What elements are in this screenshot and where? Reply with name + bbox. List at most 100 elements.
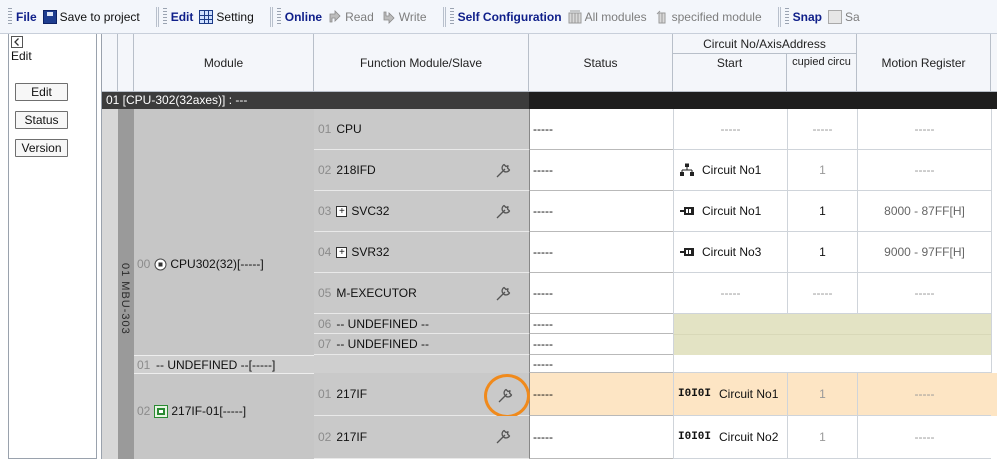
setting-grid-icon (199, 9, 214, 24)
wrench-icon[interactable] (494, 283, 514, 303)
rack-label: 01 MBU-303 (119, 263, 131, 335)
slave-row[interactable]: 04 + SVR32 (314, 232, 529, 273)
slave-index: 01 (318, 387, 332, 401)
cpu-row[interactable]: 01 [CPU-302(32axes)] : --- (102, 92, 997, 109)
slave-index: 02 (318, 163, 332, 177)
circuit-start-cell[interactable]: Circuit No3 (673, 232, 787, 273)
left-panel-title: Edit (11, 49, 32, 63)
motion-register-cell[interactable]: ----- (857, 416, 991, 459)
circuit-start-label: Circuit No1 (719, 387, 779, 401)
slave-row[interactable]: 06 -- UNDEFINED -- (314, 314, 529, 334)
expand-icon[interactable]: + (336, 246, 348, 258)
slave-row[interactable]: 01 CPU (314, 109, 529, 150)
motion-register-cell[interactable]: ----- (857, 273, 991, 314)
occupied-cell[interactable]: 1 (787, 232, 857, 273)
read-label: Read (345, 9, 374, 24)
snap-menu[interactable]: Snap (793, 10, 822, 24)
circuit-start-cell[interactable]: Circuit No1 (673, 191, 787, 232)
status-cell[interactable]: ----- (529, 334, 673, 355)
header-motion-register[interactable]: Motion Register (857, 34, 991, 92)
collapse-panel-button[interactable] (11, 36, 23, 48)
occupied-cell[interactable]: 1 (787, 373, 857, 416)
motion-register-cell[interactable]: ----- (857, 373, 991, 416)
header-function-module[interactable]: Function Module/Slave (314, 34, 529, 92)
occupied-cell[interactable]: 1 (787, 191, 857, 232)
occupied-cell[interactable]: ----- (787, 273, 857, 314)
slave-name: 217IF (336, 430, 368, 444)
occupied-cell[interactable]: ----- (787, 109, 857, 150)
occupied-cell[interactable]: 1 (787, 150, 857, 191)
toolbar-grip[interactable] (276, 7, 281, 26)
slave-name: -- UNDEFINED -- (336, 316, 430, 331)
motion-register-cell[interactable]: ----- (857, 150, 991, 191)
toolbar-grip[interactable] (162, 7, 167, 26)
write-button[interactable]: Write (382, 10, 427, 24)
circuit-start-cell[interactable]: I0I0I Circuit No1 (673, 373, 787, 416)
read-icon (329, 9, 341, 22)
snap-grid-icon (828, 9, 842, 24)
wrench-icon[interactable] (494, 201, 514, 221)
status-cell[interactable]: ----- (529, 109, 673, 150)
occupied-cell[interactable]: 1 (787, 416, 857, 459)
undefined-fill (673, 314, 997, 334)
module-configuration-grid: Module Function Module/Slave Status Circ… (101, 34, 997, 459)
header-occupied[interactable]: cupied circu (787, 54, 857, 92)
cpu-row-label: 01 [CPU-302(32axes)] : --- (106, 93, 248, 107)
snap-save-button[interactable]: Sa (828, 9, 860, 24)
status-cell[interactable]: ----- (529, 150, 673, 191)
status-cell[interactable]: ----- (529, 355, 673, 373)
toolbar-grip[interactable] (784, 7, 789, 26)
circuit-start-cell[interactable]: ----- (673, 273, 787, 314)
header-status[interactable]: Status (529, 34, 673, 92)
header-module[interactable]: Module (134, 34, 314, 92)
circuit-start-cell[interactable]: ----- (673, 109, 787, 150)
toolbar-separator (155, 6, 157, 27)
version-button[interactable]: Version (15, 139, 68, 157)
motion-register-cell[interactable]: ----- (857, 109, 991, 150)
expand-icon[interactable]: + (336, 205, 348, 217)
status-cell[interactable]: ----- (529, 314, 673, 334)
status-cell[interactable]: ----- (529, 416, 673, 459)
wrench-icon[interactable] (494, 160, 514, 180)
io-channel-icon: I0I0I (678, 431, 712, 443)
all-modules-button[interactable]: All modules (568, 10, 647, 24)
module-undefined[interactable]: 01 -- UNDEFINED --[-----] (134, 355, 314, 373)
status-cell[interactable]: ----- (529, 373, 673, 416)
circuit-start-cell[interactable]: I0I0I Circuit No2 (673, 416, 787, 459)
status-cell[interactable]: ----- (529, 273, 673, 314)
edit-button[interactable]: Edit (15, 83, 68, 101)
file-menu[interactable]: File (16, 10, 37, 24)
read-button[interactable]: Read (328, 10, 374, 24)
circuit-start-label: Circuit No2 (719, 430, 779, 444)
status-button[interactable]: Status (15, 111, 68, 129)
status-cell[interactable]: ----- (529, 232, 673, 273)
circuit-start-label: Circuit No1 (702, 163, 762, 177)
edit-menu[interactable]: Edit (171, 10, 194, 24)
save-to-project-label: Save to project (59, 9, 140, 24)
module-217if[interactable]: 02 217IF-01[-----] (134, 373, 314, 459)
motion-register-cell[interactable]: 8000 - 87FF[H] (857, 191, 991, 232)
module-index: 00 (137, 257, 151, 271)
wrench-icon[interactable] (494, 426, 514, 446)
slave-name: CPU (336, 122, 362, 136)
toolbar: File Save to project Edit Setting Online… (0, 0, 997, 34)
header-start[interactable]: Start (673, 54, 787, 92)
status-cell[interactable]: ----- (529, 191, 673, 232)
toolbar-grip[interactable] (449, 7, 454, 26)
slave-row[interactable]: 07 -- UNDEFINED -- (314, 334, 529, 355)
circuit-start-cell[interactable]: Circuit No1 (673, 150, 787, 191)
save-to-project-button[interactable]: Save to project (42, 9, 140, 24)
chevron-left-icon (14, 38, 19, 46)
toolbar-separator (269, 6, 271, 27)
module-cpu302[interactable]: 00 CPU302(32)[-----] (134, 109, 314, 355)
toolbar-grip[interactable] (8, 7, 12, 26)
online-menu[interactable]: Online (285, 10, 322, 24)
toolbar-separator (442, 6, 444, 27)
self-configuration-menu[interactable]: Self Configuration (458, 10, 562, 24)
header-circuit[interactable]: Circuit No/AxisAddress (673, 34, 857, 54)
slave-index: 06 (318, 316, 332, 331)
setting-button[interactable]: Setting (199, 9, 254, 24)
motion-register-cell[interactable]: 9000 - 97FF[H] (857, 232, 991, 273)
specified-module-button[interactable]: specified module (655, 10, 762, 24)
slave-name: -- UNDEFINED -- (336, 337, 430, 351)
